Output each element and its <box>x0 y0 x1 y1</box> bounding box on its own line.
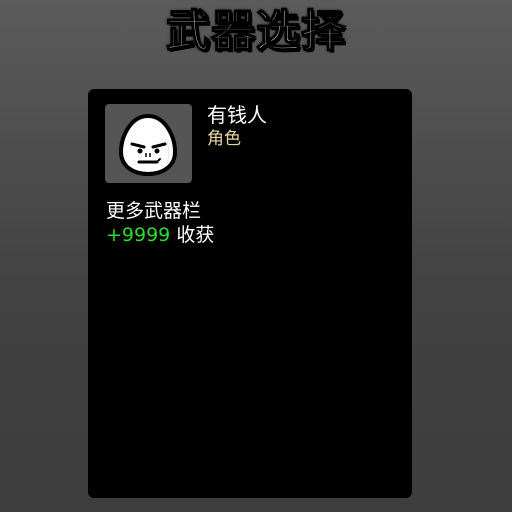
character-info-panel: 有钱人 角色 更多武器栏 +9999 收获 <box>88 89 412 498</box>
harvest-bonus-value: +9999 <box>106 224 171 246</box>
effect-more-weapon-slots: 更多武器栏 <box>106 200 202 222</box>
effect-harvest-bonus: +9999 收获 <box>106 223 214 247</box>
page-title: 武器选择 <box>165 5 346 58</box>
character-type-label: 角色 <box>207 129 241 149</box>
harvest-bonus-label: 收获 <box>176 224 215 246</box>
egg-face-icon <box>118 113 178 177</box>
character-portrait <box>105 104 192 183</box>
character-name: 有钱人 <box>207 103 267 127</box>
